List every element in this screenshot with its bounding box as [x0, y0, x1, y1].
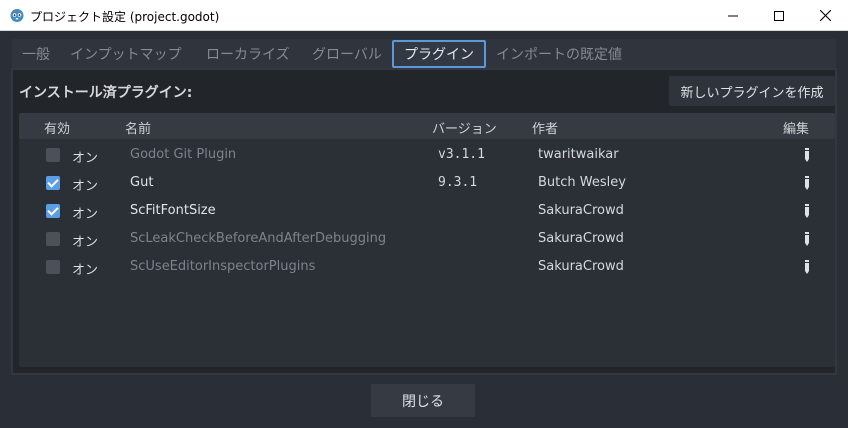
plugin-version: v3.1.1 — [438, 147, 485, 162]
create-plugin-button[interactable]: 新しいプラグインを作成 — [669, 76, 835, 106]
table-row[interactable]: オン ScFitFontSize SakuraCrowd — [19, 197, 835, 225]
toggle-label[interactable]: オン — [72, 259, 98, 278]
window-title: プロジェクト設定 (project.godot) — [30, 10, 220, 24]
edit-icon[interactable] — [802, 203, 812, 219]
project-settings-dialog: 一般 インプットマップ ローカライズ グローバル プラグイン インポートの既定値… — [0, 31, 848, 428]
plugin-table: 有効 名前 バージョン 作者 編集 オン Godot Git Plugin v3… — [19, 113, 835, 367]
plugin-name: ScUseEditorInspectorPlugins — [130, 259, 316, 274]
toggle-label[interactable]: オン — [72, 175, 98, 194]
close-button[interactable]: 閉じる — [371, 384, 475, 417]
plugin-author: Butch Wesley — [538, 175, 626, 190]
toggle-label[interactable]: オン — [72, 203, 98, 222]
enable-checkbox[interactable] — [46, 176, 60, 190]
toggle-label[interactable]: オン — [72, 147, 98, 166]
plugin-author: SakuraCrowd — [538, 231, 624, 246]
close-icon — [819, 10, 831, 21]
table-row[interactable]: オン Godot Git Plugin v3.1.1 twaritwaikar — [19, 141, 835, 169]
tab-general[interactable]: 一般 — [12, 40, 60, 68]
header-name[interactable]: 名前 — [125, 118, 151, 137]
header-author[interactable]: 作者 — [532, 118, 558, 137]
close-window-button[interactable] — [802, 0, 848, 31]
plugin-author: SakuraCrowd — [538, 259, 624, 274]
header-edit[interactable]: 編集 — [783, 118, 809, 137]
edit-icon[interactable] — [802, 259, 812, 275]
enable-checkbox[interactable] — [46, 232, 60, 246]
plugin-name: ScLeakCheckBeforeAndAfterDebugging — [130, 231, 387, 246]
table-row[interactable]: オン ScUseEditorInspectorPlugins SakuraCro… — [19, 253, 835, 281]
enable-checkbox[interactable] — [46, 148, 60, 162]
edit-icon[interactable] — [802, 231, 812, 247]
plugin-version: 9.3.1 — [438, 175, 478, 190]
plugin-name: Godot Git Plugin — [130, 147, 237, 162]
plugin-name: Gut — [130, 175, 154, 190]
tab-input-map[interactable]: インプットマップ — [60, 40, 192, 68]
minimize-icon — [728, 15, 738, 16]
table-row[interactable]: オン ScLeakCheckBeforeAndAfterDebugging Sa… — [19, 225, 835, 253]
maximize-icon — [774, 10, 784, 21]
tab-globals[interactable]: グローバル — [302, 40, 392, 68]
godot-icon — [10, 9, 24, 22]
enable-checkbox[interactable] — [46, 204, 60, 218]
title-bar: プロジェクト設定 (project.godot) — [0, 0, 848, 31]
tab-import-defaults[interactable]: インポートの既定値 — [486, 40, 632, 68]
tab-plugins[interactable]: プラグイン — [392, 40, 486, 68]
plugin-author: SakuraCrowd — [538, 203, 624, 218]
plugin-name: ScFitFontSize — [130, 203, 216, 218]
header-version[interactable]: バージョン — [432, 118, 497, 137]
enable-checkbox[interactable] — [46, 260, 60, 274]
toggle-label[interactable]: オン — [72, 231, 98, 250]
minimize-button[interactable] — [710, 0, 756, 31]
plugins-panel: インストール済プラグイン: 新しいプラグインを作成 有効 名前 バージョン 作者… — [11, 68, 837, 375]
maximize-button[interactable] — [756, 0, 802, 31]
edit-icon[interactable] — [802, 175, 812, 191]
installed-plugins-label: インストール済プラグイン: — [19, 85, 193, 101]
plugin-author: twaritwaikar — [538, 147, 619, 162]
edit-icon[interactable] — [802, 147, 812, 163]
header-enabled[interactable]: 有効 — [44, 118, 70, 137]
table-row[interactable]: オン Gut 9.3.1 Butch Wesley — [19, 169, 835, 197]
table-header: 有効 名前 バージョン 作者 編集 — [19, 113, 835, 139]
tab-bar: 一般 インプットマップ ローカライズ グローバル プラグイン インポートの既定値 — [12, 39, 836, 69]
tab-localization[interactable]: ローカライズ — [196, 40, 300, 68]
